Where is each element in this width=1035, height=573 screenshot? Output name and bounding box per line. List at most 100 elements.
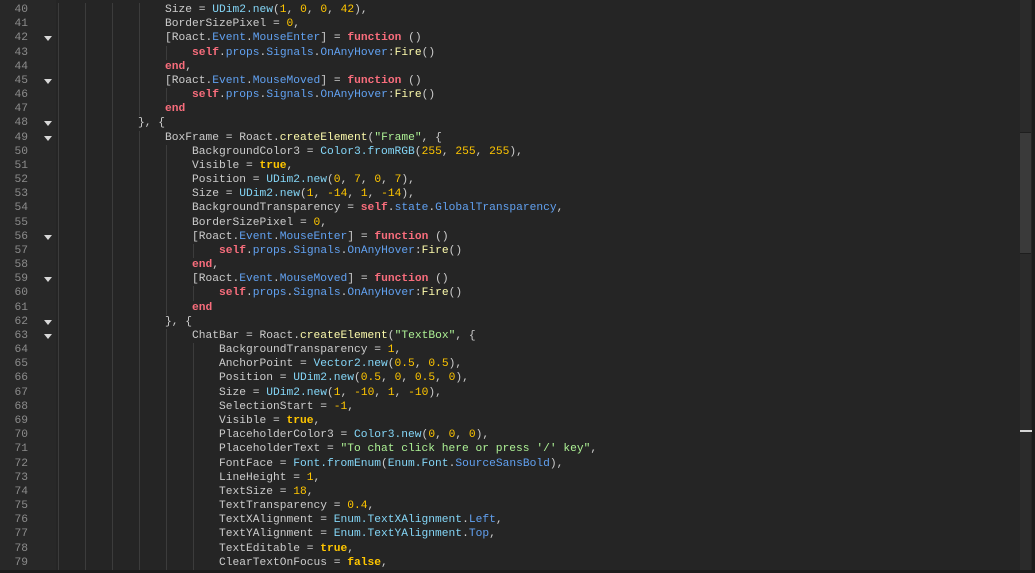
code-line[interactable]: 54 BackgroundTransparency = self.state.Gl… — [0, 201, 1018, 216]
code-token: BackgroundTransparency = — [219, 344, 388, 357]
code-line[interactable]: 67 Size = UDim2.new(1, -10, 1, -10), — [0, 385, 1018, 400]
indent-guide — [85, 300, 86, 315]
code-token: () — [401, 74, 422, 87]
code-token: . — [273, 273, 280, 286]
code-line[interactable]: 55 BorderSizePixel = 0, — [0, 215, 1018, 230]
line-number: 56 — [14, 230, 28, 243]
code-line[interactable]: 47 end — [0, 102, 1018, 117]
code-line[interactable]: 70 PlaceholderColor3 = Color3.new(0, 0, 0… — [0, 428, 1018, 443]
line-number: 50 — [14, 145, 28, 158]
indent-guide — [58, 300, 59, 315]
indent-guide — [139, 300, 140, 315]
code-line[interactable]: 72 FontFace = Font.fromEnum(Enum.Font.Sou… — [0, 456, 1018, 471]
fold-arrow-icon[interactable] — [44, 234, 52, 240]
code-line[interactable]: 68 SelectionStart = -1, — [0, 399, 1018, 414]
indent-guide — [139, 428, 140, 443]
fold-arrow-icon[interactable] — [44, 121, 52, 127]
code-token: ] = — [320, 32, 348, 45]
indent-guide — [166, 343, 167, 358]
indent-guide — [58, 201, 59, 216]
code-line[interactable]: 44 end, — [0, 59, 1018, 74]
vertical-scrollbar-thumb[interactable] — [1020, 131, 1031, 255]
line-number: 53 — [14, 188, 28, 201]
indent-guide — [166, 258, 167, 273]
indent-guide — [166, 371, 167, 386]
indent-guide — [166, 144, 167, 159]
fold-arrow-icon[interactable] — [44, 36, 52, 42]
code-line[interactable]: 40 Size = UDim2.new(1, 0, 0, 42), — [0, 3, 1018, 18]
code-line[interactable]: 77 TextYAlignment = Enum.TextYAlignment.T… — [0, 527, 1018, 542]
code-line[interactable]: 50 BackgroundColor3 = Color3.fromRGB(255,… — [0, 144, 1018, 159]
code-line[interactable]: 71 PlaceholderText = "To chat click here … — [0, 442, 1018, 457]
indent-guide — [112, 272, 113, 287]
code-line[interactable]: 57 self.props.Signals.OnAnyHover:Fire() — [0, 243, 1018, 259]
code-token: . — [219, 89, 226, 102]
code-token: : — [414, 244, 422, 257]
code-token: props — [252, 287, 287, 300]
code-line[interactable]: 65 AnchorPoint = Vector2.new(0.5, 0.5), — [0, 357, 1018, 372]
indent-guide — [193, 286, 194, 301]
code-line[interactable]: 46 self.props.Signals.OnAnyHover:Fire() — [0, 88, 1018, 103]
code-line[interactable]: 56 [Roact.Event.MouseEnter] = function () — [0, 229, 1018, 244]
fold-arrow-icon[interactable] — [44, 333, 52, 339]
code-line[interactable]: 53 Size = UDim2.new(1, -14, 1, -14), — [0, 187, 1018, 202]
code-line[interactable]: 60 self.props.Signals.OnAnyHover:Fire() — [0, 286, 1018, 301]
indent-guide — [139, 413, 140, 429]
code-line[interactable]: 52 Position = UDim2.new(0, 7, 0, 7), — [0, 173, 1018, 188]
code-line[interactable]: 63 ChatBar = Roact.createElement("TextBox… — [0, 328, 1018, 344]
code-text: BackgroundTransparency = self.state.Glob… — [192, 201, 563, 215]
code-token: , { — [421, 131, 442, 144]
indent-guide — [112, 59, 113, 74]
code-line[interactable]: 49 BoxFrame = Roact.createElement("Frame"… — [0, 130, 1018, 145]
fold-arrow-icon[interactable] — [44, 78, 52, 84]
indent-guide — [139, 130, 140, 145]
code-line[interactable]: 61 end — [0, 300, 1018, 315]
code-line[interactable]: 75 TextTransparency = 0.4, — [0, 499, 1018, 514]
code-token: [Roact. — [165, 74, 213, 87]
code-token: , — [394, 344, 402, 357]
code-line[interactable]: 41 BorderSizePixel = 0, — [0, 17, 1018, 32]
line-number: 72 — [14, 457, 28, 470]
indent-guide — [58, 314, 59, 329]
line-number: 45 — [14, 74, 28, 87]
indent-guide — [85, 158, 86, 174]
indent-guide — [112, 357, 113, 372]
code-line[interactable]: 62}, { — [0, 314, 1018, 329]
line-number: 67 — [14, 386, 28, 399]
fold-arrow-icon[interactable] — [44, 277, 52, 283]
code-line[interactable]: 51 Visible = true, — [0, 158, 1018, 174]
code-line[interactable]: 42 [Roact.Event.MouseEnter] = function () — [0, 31, 1018, 46]
code-line[interactable]: 69 Visible = true, — [0, 413, 1018, 429]
fold-arrow-icon[interactable] — [44, 319, 52, 325]
code-line[interactable]: 45 [Roact.Event.MouseMoved] = function () — [0, 73, 1018, 89]
code-text: TextYAlignment = Enum.TextYAlignment.Top… — [219, 527, 496, 541]
code-line[interactable]: 66 Position = UDim2.new(0.5, 0, 0.5, 0), — [0, 371, 1018, 386]
code-line[interactable]: 74 TextSize = 18, — [0, 484, 1018, 500]
indent-guide — [58, 59, 59, 74]
vertical-scrollbar-track[interactable] — [1020, 0, 1031, 573]
code-line[interactable]: 73 LineHeight = 1, — [0, 470, 1018, 485]
indent-guide — [112, 555, 113, 570]
indent-guide — [85, 130, 86, 145]
code-line[interactable]: 64 BackgroundTransparency = 1, — [0, 343, 1018, 358]
code-line[interactable]: 59 [Roact.Event.MouseMoved] = function () — [0, 272, 1018, 287]
code-token: PlaceholderText = — [219, 443, 341, 456]
code-line[interactable]: 78 TextEditable = true, — [0, 541, 1018, 556]
indent-guide — [112, 243, 113, 259]
indent-guide — [193, 428, 194, 443]
line-number: 42 — [14, 32, 28, 45]
code-line[interactable]: 43 self.props.Signals.OnAnyHover:Fire() — [0, 45, 1018, 60]
indent-guide — [112, 3, 113, 18]
code-editor[interactable]: 40 Size = UDim2.new(1, 0, 0, 42), 41 Border… — [0, 3, 1018, 570]
code-line[interactable]: 79 ClearTextOnFocus = false, — [0, 555, 1018, 570]
code-token: , — [414, 358, 429, 371]
fold-arrow-icon[interactable] — [44, 135, 52, 141]
indent-guide — [85, 31, 86, 46]
code-line[interactable]: 76 TextXAlignment = Enum.TextXAlignment.L… — [0, 513, 1018, 528]
code-token: Enum.TextXAlignment — [333, 514, 463, 527]
code-line[interactable]: 48}, { — [0, 116, 1018, 131]
code-token: Event — [239, 230, 274, 243]
code-line[interactable]: 58 end, — [0, 258, 1018, 273]
code-token: function — [374, 273, 429, 286]
code-token: createElement — [279, 131, 368, 144]
